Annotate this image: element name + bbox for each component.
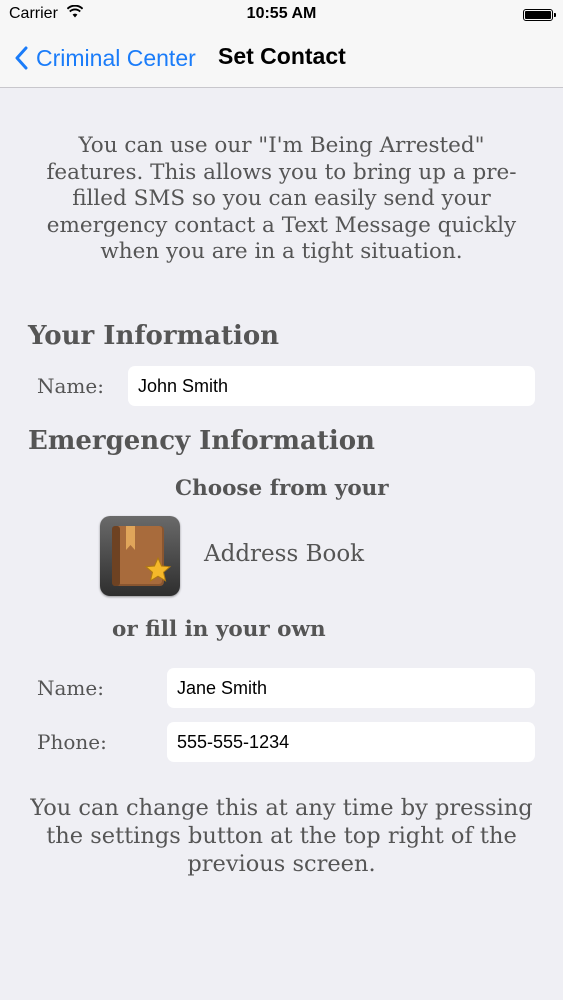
battery-icon xyxy=(523,9,556,21)
choose-from-label: Choose from your xyxy=(175,476,389,501)
chevron-left-icon xyxy=(15,46,28,70)
emergency-phone-label: Phone: xyxy=(37,730,107,754)
navigation-bar: Criminal Center Set Contact xyxy=(0,30,563,88)
back-button-label: Criminal Center xyxy=(36,44,196,71)
footer-note: You can change this at any time by press… xyxy=(30,795,533,877)
emergency-name-input[interactable] xyxy=(167,668,535,708)
address-book-label[interactable]: Address Book xyxy=(204,541,364,567)
page-title: Set Contact xyxy=(218,43,346,69)
emergency-information-heading: Emergency Information xyxy=(28,426,375,456)
your-name-label: Name: xyxy=(37,374,104,398)
your-information-heading: Your Information xyxy=(28,321,280,351)
emergency-phone-input[interactable] xyxy=(167,722,535,762)
fill-in-own-label: or fill in your own xyxy=(112,617,326,642)
back-button[interactable]: Criminal Center xyxy=(14,41,196,75)
emergency-name-label: Name: xyxy=(37,676,104,700)
status-time: 10:55 AM xyxy=(246,5,317,22)
intro-text: You can use our "I'm Being Arrested" fea… xyxy=(46,133,517,264)
your-name-input[interactable] xyxy=(128,366,535,406)
status-bar: Carrier 10:55 AM xyxy=(0,0,563,30)
address-book-icon[interactable] xyxy=(100,516,180,596)
